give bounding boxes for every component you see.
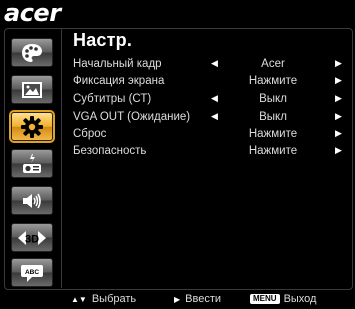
- menu-item-vga-out[interactable]: VGA OUT (Ожидание) ◀ Выкл ▶: [73, 110, 345, 127]
- arrow-right-icon[interactable]: ▶: [335, 145, 342, 156]
- menu-key-icon: MENU: [250, 294, 280, 304]
- menu-item-screen-lock[interactable]: Фиксация экрана Нажмите ▶: [73, 74, 345, 91]
- acer-logo: acer: [4, 0, 61, 27]
- menu-item-label: Фиксация экрана: [73, 75, 165, 87]
- up-down-arrows-icon: ▲▼: [71, 295, 87, 304]
- arrow-right-icon[interactable]: ▶: [335, 93, 342, 104]
- 3d-icon-label: 3D: [25, 233, 39, 245]
- tab-audio[interactable]: [11, 186, 53, 215]
- menu-item-value: Acer: [261, 58, 285, 70]
- tab-language[interactable]: ABC: [11, 258, 53, 287]
- gear-icon: [21, 115, 43, 138]
- menu-item-label: VGA OUT (Ожидание): [73, 111, 191, 123]
- hint-select: ▲▼ Выбрать: [71, 293, 136, 305]
- tab-3d[interactable]: 3D: [11, 223, 53, 252]
- subtitle-icon: ABC: [21, 264, 43, 282]
- menu-item-label: Начальный кадр: [73, 58, 162, 70]
- menu-item-label: Субтитры (СТ): [73, 93, 152, 105]
- arrow-left-icon[interactable]: ◀: [211, 58, 218, 69]
- tab-settings[interactable]: [9, 110, 55, 143]
- tab-color[interactable]: [11, 38, 53, 67]
- sidebar-divider: [61, 28, 62, 288]
- projector-icon: [23, 153, 41, 173]
- picture-icon: [22, 81, 42, 98]
- menu-item-subtitles[interactable]: Субтитры (СТ) ◀ Выкл ▶: [73, 92, 345, 109]
- menu-item-label: Безопасность: [73, 145, 147, 157]
- menu-item-security[interactable]: Безопасность Нажмите ▶: [73, 144, 345, 161]
- hint-enter: ▶ Ввести: [174, 293, 221, 305]
- menu-item-reset[interactable]: Сброс Нажмите ▶: [73, 127, 345, 144]
- menu-item-startup-screen[interactable]: Начальный кадр ◀ Acer ▶: [73, 57, 345, 74]
- hint-select-label: Выбрать: [91, 293, 137, 305]
- subtitle-icon-label: ABC: [25, 269, 39, 276]
- tab-image[interactable]: [11, 75, 53, 104]
- menu-item-value: Выкл: [259, 111, 287, 123]
- tab-management[interactable]: [11, 149, 53, 178]
- hint-exit-label: Выход: [283, 293, 317, 305]
- arrow-right-icon[interactable]: ▶: [335, 128, 342, 139]
- arrow-right-icon[interactable]: ▶: [335, 58, 342, 69]
- menu-item-value: Нажмите: [248, 128, 298, 140]
- arrow-left-icon[interactable]: ◀: [211, 93, 218, 104]
- menu-item-label: Сброс: [73, 128, 107, 140]
- footer-hints: ▲▼ Выбрать ▶ Ввести MENU Выход: [0, 291, 355, 307]
- menu-item-value: Нажмите: [248, 145, 298, 157]
- speaker-icon: [23, 193, 41, 208]
- arrow-left-icon[interactable]: ◀: [211, 111, 218, 122]
- menu-title: Настр.: [73, 30, 133, 50]
- enter-arrow-icon: ▶: [174, 295, 181, 304]
- hint-enter-label: Ввести: [185, 293, 222, 305]
- menu-item-value: Нажмите: [248, 75, 298, 87]
- menu-item-value: Выкл: [259, 93, 287, 105]
- arrow-right-icon[interactable]: ▶: [335, 75, 342, 86]
- palette-icon: [22, 43, 42, 62]
- arrow-right-icon[interactable]: ▶: [335, 111, 342, 122]
- 3d-icon: 3D: [18, 230, 46, 245]
- hint-exit: MENU Выход: [250, 293, 316, 305]
